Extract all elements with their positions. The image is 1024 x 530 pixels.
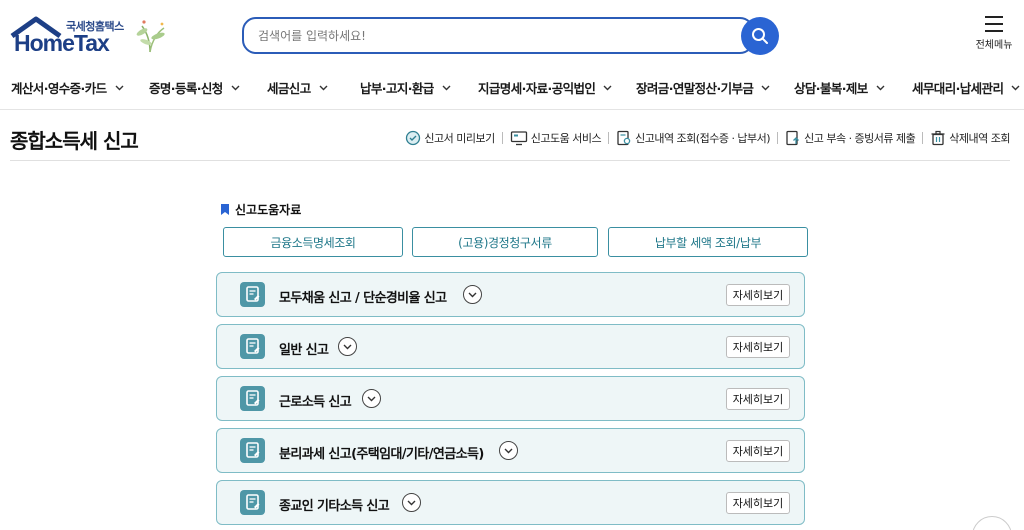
nav-item-statements[interactable]: 지급명세·자료·공익법인 <box>478 78 612 97</box>
document-edit-icon <box>240 282 265 307</box>
expand-button[interactable] <box>463 285 482 304</box>
financial-income-button[interactable]: 금융소득명세조회 <box>223 227 403 257</box>
upload-document-icon <box>786 130 800 146</box>
nav-item-label: 세금신고 <box>267 81 311 96</box>
expand-button[interactable] <box>362 389 381 408</box>
nav-item-certificate[interactable]: 증명·등록·신청 <box>149 78 240 97</box>
quick-link-label: 신고내역 조회(접수증 · 납부서) <box>635 132 771 145</box>
expand-button[interactable] <box>338 337 357 356</box>
quick-links: 신고서 미리보기 신고도움 서비스 신고내역 조회(접수증 · 납부서) 신고 … <box>405 130 1010 146</box>
chevron-down-icon <box>468 292 477 297</box>
quick-link-deleted-history[interactable]: 삭제내역 조회 <box>930 130 1010 146</box>
nav-item-label: 계산서·영수증·카드 <box>11 81 107 96</box>
quick-link-label: 신고서 미리보기 <box>424 132 495 145</box>
card-title: 분리과세 신고(주택임대/기타/연금소득) <box>279 447 484 462</box>
nav-item-label: 납부·고지·환급 <box>360 81 434 96</box>
divider <box>608 132 610 144</box>
nav-item-label: 장려금·연말정산·기부금 <box>636 81 754 96</box>
help-section-label: 신고도움자료 <box>235 203 302 217</box>
card-title: 일반 신고 <box>279 343 329 358</box>
quick-link-label: 신고도움 서비스 <box>530 132 602 145</box>
document-edit-icon <box>240 386 265 411</box>
chevron-down-icon <box>442 85 451 90</box>
hamburger-icon <box>985 16 1003 32</box>
card-earned-income-filing[interactable]: 근로소득 신고 자세히보기 <box>216 376 805 421</box>
preview-icon <box>406 130 421 146</box>
detail-button[interactable]: 자세히보기 <box>726 440 790 462</box>
expand-button[interactable] <box>499 441 518 460</box>
detail-button[interactable]: 자세히보기 <box>726 492 790 514</box>
nav-item-payment[interactable]: 납부·고지·환급 <box>360 78 451 97</box>
quick-link-help-service[interactable]: 신고도움 서비스 <box>510 130 602 146</box>
chevron-down-icon <box>319 85 328 90</box>
nav-item-consulting[interactable]: 상담·불복·제보 <box>794 78 885 97</box>
quick-link-submit-documents[interactable]: 신고 부속 · 증빙서류 제출 <box>785 130 916 146</box>
quick-link-preview[interactable]: 신고서 미리보기 <box>405 130 495 146</box>
document-edit-icon <box>240 438 265 463</box>
card-title: 근로소득 신고 <box>279 395 352 410</box>
search-button[interactable] <box>741 17 779 55</box>
divider <box>501 132 503 144</box>
employment-correction-button[interactable]: (고용)경정청구서류 <box>412 227 598 257</box>
bookmark-icon <box>221 204 229 215</box>
card-simple-filing[interactable]: 모두채움 신고 / 단순경비율 신고 자세히보기 <box>216 272 805 317</box>
document-search-icon <box>617 130 631 146</box>
document-edit-icon <box>240 334 265 359</box>
plant-logo-icon <box>136 20 165 53</box>
all-menu-button[interactable]: 전체메뉴 <box>972 14 1016 58</box>
main-nav: 계산서·영수증·카드 증명·등록·신청 세금신고 납부·고지·환급 지급명세·자… <box>0 70 1024 110</box>
card-religious-income-filing[interactable]: 종교인 기타소득 신고 자세히보기 <box>216 480 805 525</box>
nav-item-label: 지급명세·자료·공익법인 <box>478 81 596 96</box>
card-title: 종교인 기타소득 신고 <box>279 499 390 514</box>
chevron-down-icon <box>504 448 513 453</box>
chevron-down-icon <box>407 500 416 505</box>
divider <box>922 132 924 144</box>
chevron-down-icon <box>367 396 376 401</box>
detail-button[interactable]: 자세히보기 <box>726 284 790 306</box>
document-edit-icon <box>240 490 265 515</box>
divider <box>777 132 779 144</box>
header: 국세청홈택스 HomeTax 전체메뉴 <box>0 0 1024 70</box>
help-section-title: 신고도움자료 <box>220 201 301 218</box>
chevron-down-icon <box>761 85 770 90</box>
quick-link-label: 신고 부속 · 증빙서류 제출 <box>804 132 916 145</box>
chevron-down-icon <box>603 85 612 90</box>
chevron-down-icon <box>1011 85 1020 90</box>
search-input[interactable] <box>258 19 718 52</box>
quick-link-label: 삭제내역 조회 <box>949 132 1010 145</box>
monitor-icon <box>510 131 527 146</box>
page-title: 종합소득세 신고 <box>10 129 139 153</box>
expand-button[interactable] <box>402 493 421 512</box>
tax-payment-button[interactable]: 납부할 세액 조회/납부 <box>608 227 808 257</box>
chevron-down-icon <box>876 85 885 90</box>
nav-item-invoice[interactable]: 계산서·영수증·카드 <box>11 78 124 97</box>
nav-item-agent[interactable]: 세무대리·납세관리 <box>912 78 1020 97</box>
trash-icon <box>931 130 945 146</box>
logo-title: HomeTax <box>14 30 110 56</box>
card-title: 모두채움 신고 / 단순경비율 신고 <box>279 291 447 306</box>
nav-item-label: 세무대리·납세관리 <box>912 81 1004 96</box>
search-box <box>242 17 754 54</box>
scroll-top-button[interactable] <box>972 516 1012 530</box>
card-general-filing[interactable]: 일반 신고 자세히보기 <box>216 324 805 369</box>
detail-button[interactable]: 자세히보기 <box>726 336 790 358</box>
card-separate-taxation-filing[interactable]: 분리과세 신고(주택임대/기타/연금소득) 자세히보기 <box>216 428 805 473</box>
page-header: 종합소득세 신고 신고서 미리보기 신고도움 서비스 신고내역 조회(접수증 ·… <box>10 116 1010 161</box>
quick-link-history[interactable]: 신고내역 조회(접수증 · 납부서) <box>616 130 771 146</box>
search-icon <box>752 28 768 44</box>
nav-item-label: 증명·등록·신청 <box>149 81 223 96</box>
detail-button[interactable]: 자세히보기 <box>726 388 790 410</box>
chevron-down-icon <box>343 344 352 349</box>
hometax-logo[interactable]: 국세청홈택스 HomeTax <box>10 16 170 58</box>
all-menu-label: 전체메뉴 <box>975 40 1013 51</box>
chevron-down-icon <box>115 85 123 90</box>
nav-item-incentives[interactable]: 장려금·연말정산·기부금 <box>636 78 770 97</box>
chevron-down-icon <box>231 85 240 90</box>
nav-item-tax-filing[interactable]: 세금신고 <box>267 78 328 97</box>
nav-item-label: 상담·불복·제보 <box>794 81 868 96</box>
